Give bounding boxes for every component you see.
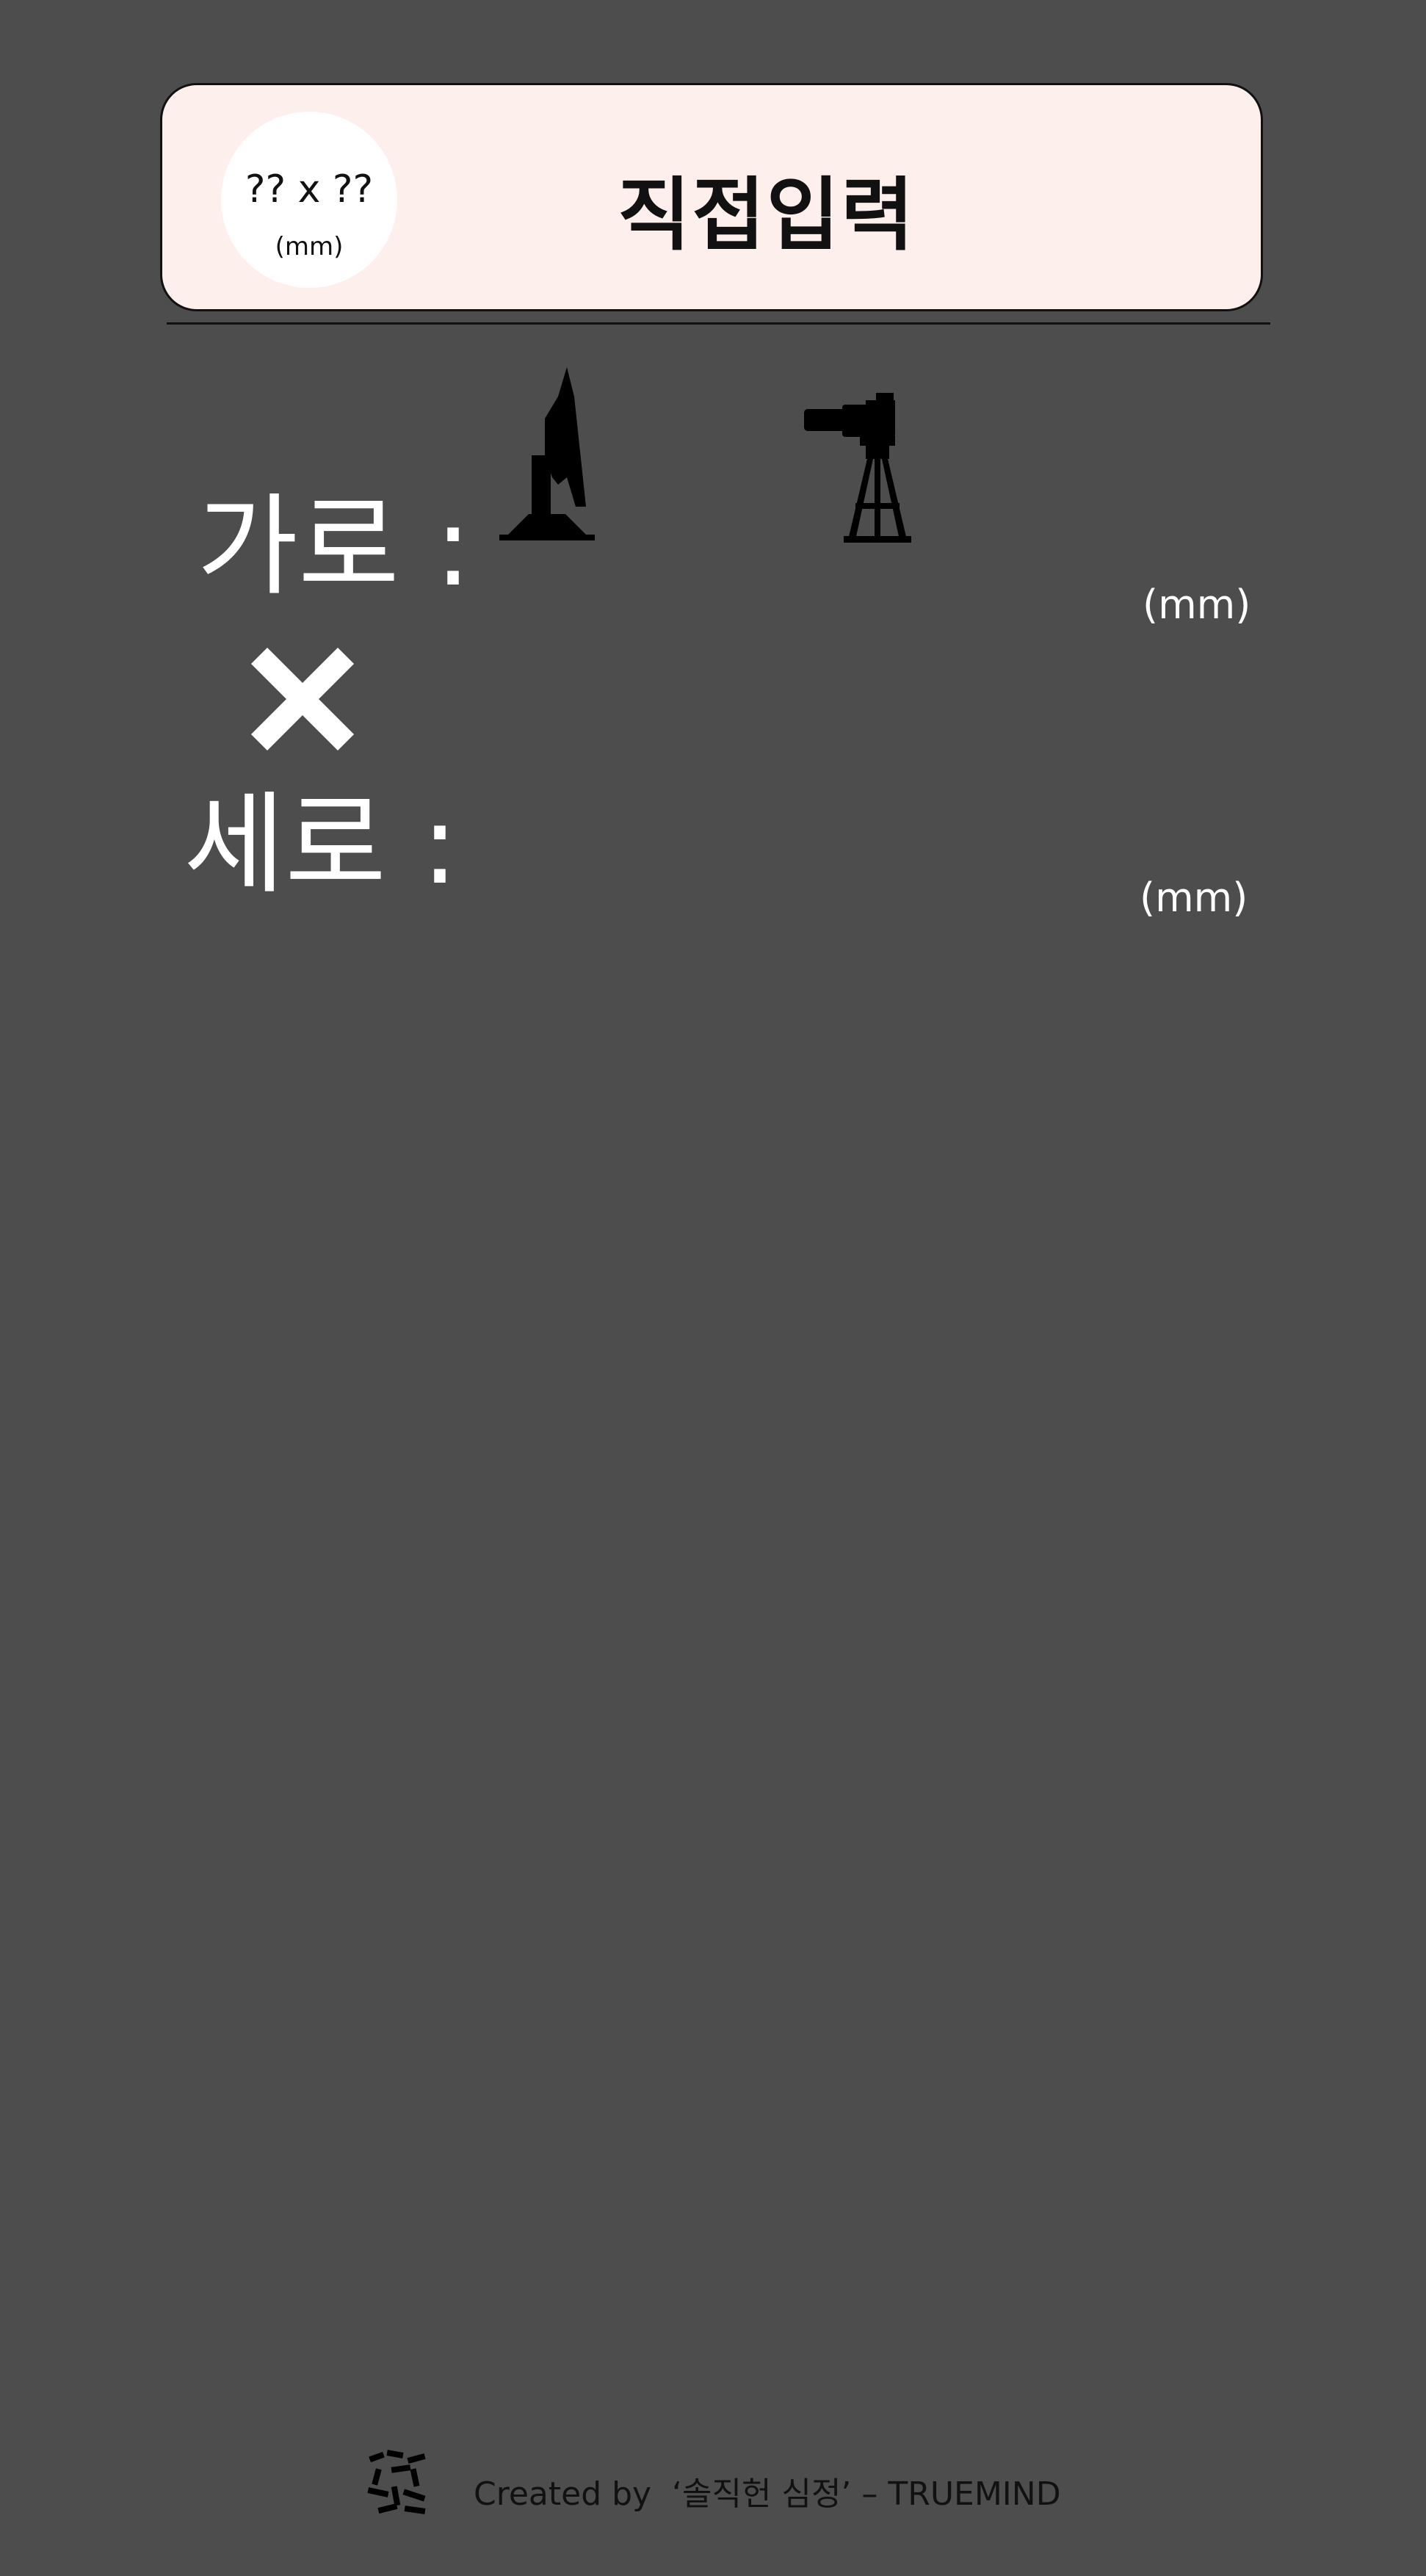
- camera-tripod-icon: [804, 393, 911, 543]
- width-unit: (mm): [1143, 582, 1251, 628]
- brand-logo-icon: [367, 2450, 426, 2514]
- size-badge-dims: ?? x ??: [245, 167, 374, 211]
- size-badge: ?? x ?? (mm): [221, 112, 397, 288]
- width-label: 가로 :: [197, 483, 472, 611]
- footer: Created by ‘솔직헌 심정’ – TRUEMIND: [363, 2445, 1098, 2526]
- header-card: ?? x ?? (mm) 직접입력: [160, 83, 1263, 311]
- size-badge-unit: (mm): [275, 232, 344, 261]
- multiply-icon: [251, 648, 354, 750]
- footer-credit: Created by ‘솔직헌 심정’ – TRUEMIND: [474, 2475, 1061, 2513]
- monitor-stand-icon: [499, 367, 595, 540]
- height-label: 세로 :: [184, 781, 459, 909]
- page-title: 직접입력: [618, 170, 916, 261]
- height-unit: (mm): [1140, 875, 1248, 921]
- header-divider: [167, 322, 1270, 325]
